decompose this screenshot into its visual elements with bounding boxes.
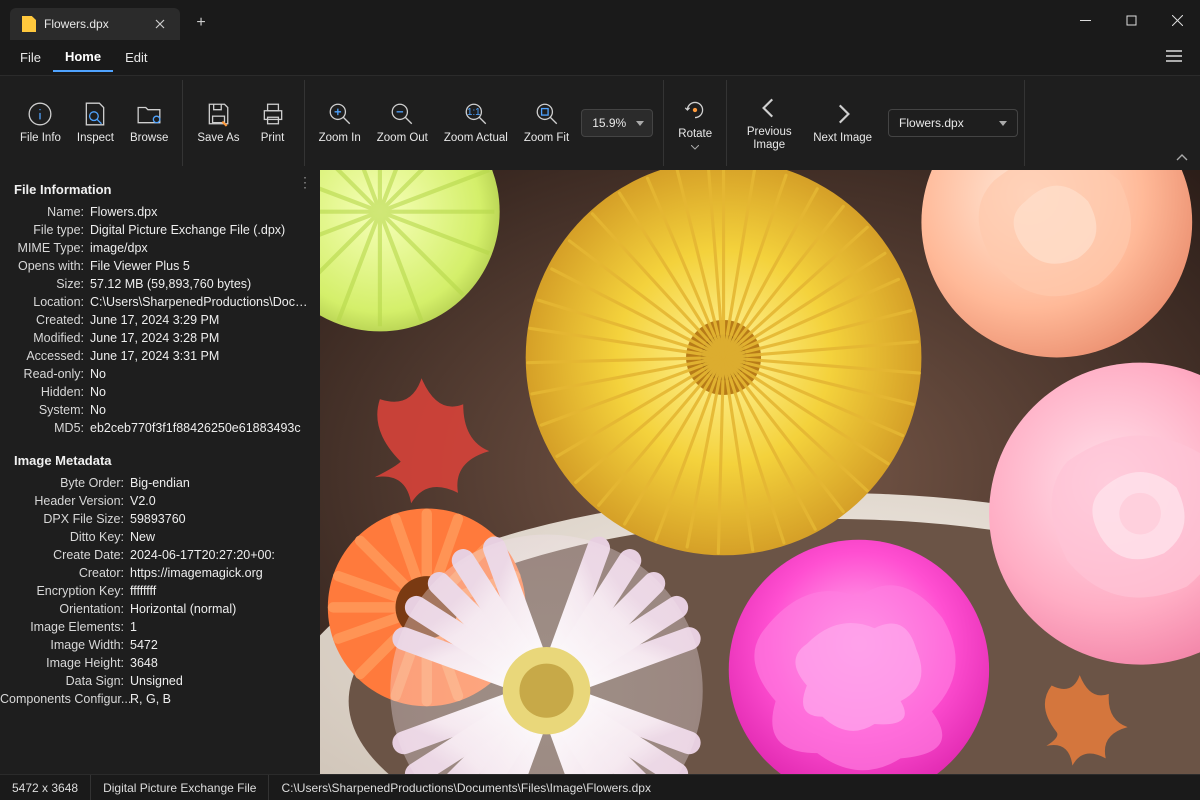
menu-home[interactable]: Home <box>53 43 113 72</box>
svg-text:1:1: 1:1 <box>467 107 481 118</box>
info-sidebar[interactable]: ⋮ File Information Name:Flowers.dpx File… <box>0 170 320 774</box>
info-row: DPX File Size:59893760 <box>0 510 320 528</box>
displayed-image <box>320 170 1200 774</box>
info-row: Accessed:June 17, 2024 3:31 PM <box>0 347 320 365</box>
zoom-out-icon <box>388 100 416 128</box>
zoom-in-button[interactable]: Zoom In <box>311 96 369 149</box>
print-icon <box>259 100 287 128</box>
new-tab-button[interactable]: + <box>186 8 216 38</box>
info-row: Location:C:\Users\SharpenedProductions\D… <box>0 293 320 311</box>
inspect-icon <box>81 100 109 128</box>
zoom-in-icon <box>326 100 354 128</box>
info-row: Orientation:Horizontal (normal) <box>0 600 320 618</box>
main-area: ⋮ File Information Name:Flowers.dpx File… <box>0 170 1200 774</box>
sidebar-menu-button[interactable]: ⋮ <box>298 174 312 191</box>
info-row: Create Date:2024-06-17T20:27:20+00: <box>0 546 320 564</box>
minimize-button[interactable] <box>1062 4 1108 36</box>
zoom-actual-icon: 1:1 <box>462 100 490 128</box>
image-metadata-heading: Image Metadata <box>0 447 320 474</box>
save-as-button[interactable]: Save As <box>189 96 247 149</box>
file-select[interactable]: Flowers.dpx <box>888 109 1018 137</box>
menu-edit[interactable]: Edit <box>113 44 159 71</box>
info-icon <box>26 100 54 128</box>
statusbar: 5472 x 3648 Digital Picture Exchange Fil… <box>0 774 1200 800</box>
folder-icon <box>135 100 163 128</box>
next-image-button[interactable]: Next Image <box>805 96 880 149</box>
zoom-out-button[interactable]: Zoom Out <box>369 96 436 149</box>
info-row: Read-only:No <box>0 365 320 383</box>
info-row: Modified:June 17, 2024 3:28 PM <box>0 329 320 347</box>
info-row: Size:57.12 MB (59,893,760 bytes) <box>0 275 320 293</box>
info-row: MD5:eb2ceb770f3f1f88426250e61883493c <box>0 419 320 437</box>
info-row: Name:Flowers.dpx <box>0 203 320 221</box>
info-row: Byte Order:Big-endian <box>0 474 320 492</box>
previous-icon <box>755 94 783 122</box>
tab-title: Flowers.dpx <box>44 17 144 31</box>
collapse-ribbon-button[interactable] <box>1176 149 1188 164</box>
status-dimensions: 5472 x 3648 <box>0 775 91 800</box>
document-tab[interactable]: Flowers.dpx <box>10 8 180 40</box>
zoom-fit-button[interactable]: Zoom Fit <box>516 96 577 149</box>
info-row: MIME Type:image/dpx <box>0 239 320 257</box>
file-info-heading: File Information <box>0 176 320 203</box>
info-row: Opens with:File Viewer Plus 5 <box>0 257 320 275</box>
info-row: Creator:https://imagemagick.org <box>0 564 320 582</box>
info-row: Encryption Key:ffffffff <box>0 582 320 600</box>
info-row: Image Height:3648 <box>0 654 320 672</box>
ribbon: File Info Inspect Browse Save As Print Z… <box>0 76 1200 170</box>
menu-file[interactable]: File <box>8 44 53 71</box>
rotate-button[interactable]: Rotate <box>670 92 720 154</box>
window-controls <box>1062 4 1200 36</box>
info-row: Header Version:V2.0 <box>0 492 320 510</box>
info-row: Created:June 17, 2024 3:29 PM <box>0 311 320 329</box>
info-row: Image Width:5472 <box>0 636 320 654</box>
next-icon <box>829 100 857 128</box>
browse-button[interactable]: Browse <box>122 96 176 149</box>
zoom-actual-button[interactable]: 1:1 Zoom Actual <box>436 96 516 149</box>
print-button[interactable]: Print <box>248 96 298 149</box>
status-filetype: Digital Picture Exchange File <box>91 775 269 800</box>
close-tab-button[interactable] <box>152 16 168 32</box>
info-row: Ditto Key:New <box>0 528 320 546</box>
info-row: File type:Digital Picture Exchange File … <box>0 221 320 239</box>
info-row: Hidden:No <box>0 383 320 401</box>
app-menu-button[interactable] <box>1156 44 1192 71</box>
info-row: Data Sign:Unsigned <box>0 672 320 690</box>
maximize-button[interactable] <box>1108 4 1154 36</box>
info-row: System:No <box>0 401 320 419</box>
zoom-fit-icon <box>533 100 561 128</box>
titlebar: Flowers.dpx + <box>0 0 1200 40</box>
close-window-button[interactable] <box>1154 4 1200 36</box>
inspect-button[interactable]: Inspect <box>69 96 122 149</box>
image-viewport[interactable] <box>320 170 1200 774</box>
status-path: C:\Users\SharpenedProductions\Documents\… <box>269 775 663 800</box>
previous-image-button[interactable]: Previous Image <box>733 90 805 156</box>
file-info-button[interactable]: File Info <box>12 96 69 149</box>
menubar: File Home Edit <box>0 40 1200 76</box>
file-icon <box>22 16 36 32</box>
info-row: Image Elements:1 <box>0 618 320 636</box>
rotate-icon <box>681 96 709 124</box>
save-icon <box>204 100 232 128</box>
info-row: Components Configur...R, G, B <box>0 690 320 708</box>
zoom-level-select[interactable]: 15.9% <box>581 109 653 137</box>
chevron-down-icon <box>691 145 699 150</box>
